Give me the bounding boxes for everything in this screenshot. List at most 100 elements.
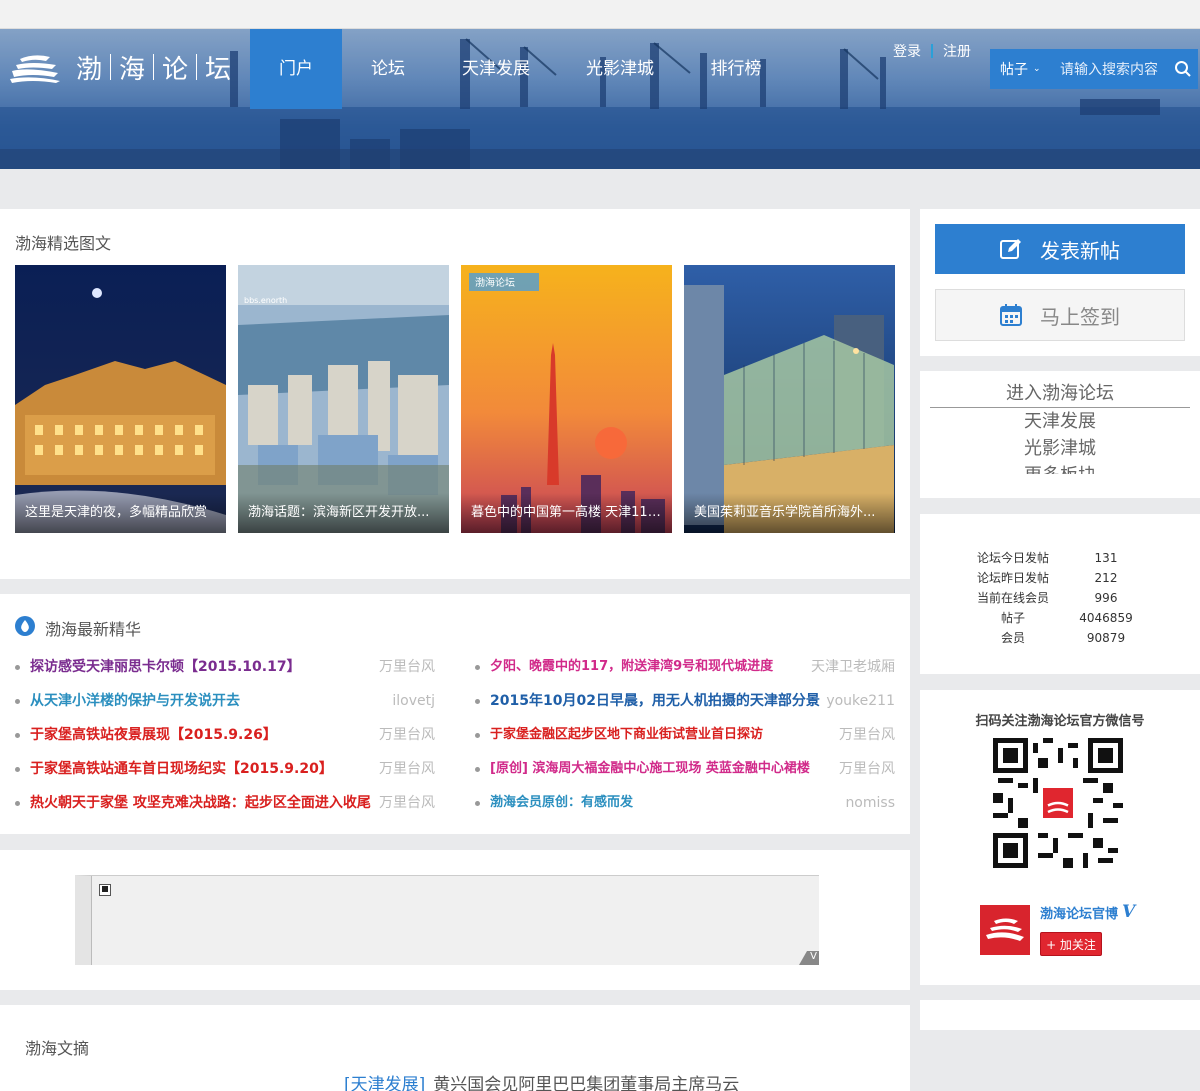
search-input[interactable]: 请输入搜索内容 (1046, 59, 1168, 79)
sidebar-extra-panel (920, 1000, 1200, 1030)
thread-author[interactable]: 万里台风 (379, 654, 435, 680)
ad-frame[interactable]: V (75, 875, 819, 965)
nav-forum[interactable]: 论坛 (342, 29, 434, 109)
digest-title: 渤海文摘 (25, 1039, 90, 1058)
nav-tianjin-development[interactable]: 天津发展 (434, 29, 558, 109)
thread-author[interactable]: 万里台风 (839, 756, 895, 782)
thread-author[interactable]: 万里台风 (379, 722, 435, 748)
list-item[interactable]: 于家堡高铁站夜景展现【2015.9.26】 万里台风 (15, 722, 435, 756)
auth-links: 登录 注册 (893, 41, 971, 61)
featured-caption: 渤海话题：滨海新区开发开放... (238, 493, 449, 533)
logo-char: 论 (162, 54, 189, 85)
bullet-dot (475, 699, 480, 704)
latest-list-left: 探访感受天津丽思卡尔顿【2015.10.17】 万里台风 从天津小洋楼的保护与开发… (15, 654, 435, 824)
search-scope-label: 帖子 (1000, 62, 1028, 78)
search-icon[interactable] (1168, 49, 1198, 89)
stat-value: 90879 (1086, 631, 1126, 645)
list-item[interactable]: 于家堡高铁站通车首日现场纪实【2015.9.20】 万里台风 (15, 756, 435, 790)
thread-author[interactable]: 万里台风 (379, 790, 435, 816)
chevron-down-icon: ⌄ (1033, 64, 1041, 74)
logo-char: 渤 (76, 54, 103, 85)
featured-card[interactable]: 美国茱莉亚音乐学院首所海外... (684, 265, 895, 533)
thread-author[interactable]: youke211 (826, 688, 895, 714)
wechat-qr-code (993, 738, 1123, 868)
thread-title[interactable]: 热火朝天于家堡 攻坚克难决战路：起步区全面进入收尾 (30, 790, 371, 816)
stat-label: 当前在线会员 (976, 591, 1049, 605)
thread-title[interactable]: 渤海会员原创：有感而发 (490, 790, 633, 816)
ad-inner (91, 876, 819, 965)
thread-author[interactable]: 万里台风 (839, 722, 895, 748)
digest-item-title[interactable]: 黄兴国会见阿里巴巴集团董事局主席马云 (433, 1075, 739, 1091)
new-post-button[interactable]: 发表新帖 (935, 224, 1185, 274)
new-post-label: 发表新帖 (1040, 238, 1120, 263)
list-item[interactable]: 探访感受天津丽思卡尔顿【2015.10.17】 万里台风 (15, 654, 435, 688)
stat-row: 当前在线会员 996 (960, 588, 1160, 608)
list-item[interactable]: 于家堡金融区起步区地下商业街试营业首日探访 万里台风 (475, 722, 895, 756)
search-scope-dropdown[interactable]: 帖子 ⌄ (990, 59, 1046, 79)
nav-ranking[interactable]: 排行榜 (682, 29, 790, 109)
logo-char: 海 (119, 54, 146, 85)
bullet-dot (15, 699, 20, 704)
featured-caption: 这里是天津的夜，多幅精品欣赏 (15, 493, 226, 533)
list-item[interactable]: [原创] 滨海周大福金融中心施工现场 英蓝金融中心裙楼 万里台风 (475, 756, 895, 790)
list-item[interactable]: 2015年10月02日早晨，用无人机拍摄的天津部分景 youke211 (475, 688, 895, 722)
board-link-more[interactable]: 更多板块 (930, 462, 1190, 474)
bullet-dot (475, 733, 480, 738)
thread-title[interactable]: 于家堡高铁站夜景展现【2015.9.26】 (30, 722, 277, 748)
sign-in-button[interactable]: 马上签到 (935, 289, 1185, 341)
forum-links: 进入渤海论坛 天津发展 光影津城 更多板块 (930, 380, 1190, 474)
thread-title[interactable]: [原创] 滨海周大福金融中心施工现场 英蓝金融中心裙楼 (490, 756, 810, 782)
stat-row: 帖子 4046859 (960, 608, 1160, 628)
login-link[interactable]: 登录 (893, 41, 921, 61)
register-link[interactable]: 注册 (943, 41, 971, 61)
forum-stats: 论坛今日发帖 131 论坛昨日发帖 212 当前在线会员 996 帖子 4046859 … (960, 548, 1160, 648)
featured-caption: 暮色中的中国第一高楼 天津117... (461, 493, 672, 533)
bullet-dot (475, 767, 480, 772)
thread-title[interactable]: 2015年10月02日早晨，用无人机拍摄的天津部分景 (490, 688, 820, 714)
nav-photo-city[interactable]: 光影津城 (558, 29, 682, 109)
search-bar: 帖子 ⌄ 请输入搜索内容 (990, 49, 1198, 89)
wechat-title: 扫码关注渤海论坛官方微信号 (975, 714, 1145, 729)
thread-author[interactable]: ilovetj (392, 688, 435, 714)
stat-label: 论坛今日发帖 (976, 551, 1049, 565)
thread-title[interactable]: 于家堡高铁站通车首日现场纪实【2015.9.20】 (30, 756, 333, 782)
thread-title[interactable]: 从天津小洋楼的保护与开发说开去 (30, 688, 240, 714)
bullet-dot (15, 767, 20, 772)
featured-card[interactable]: 这里是天津的夜，多幅精品欣赏 (15, 265, 226, 533)
thread-author[interactable]: 万里台风 (379, 756, 435, 782)
follow-button[interactable]: + 加关注 (1040, 932, 1102, 956)
stat-value: 131 (1094, 551, 1118, 565)
bullet-dot (15, 801, 20, 806)
bullet-dot (15, 733, 20, 738)
logo-char: 坛 (205, 54, 232, 85)
main-nav: 门户 论坛 天津发展 光影津城 排行榜 (250, 29, 790, 109)
list-item[interactable]: 热火朝天于家堡 攻坚克难决战路：起步区全面进入收尾 万里台风 (15, 790, 435, 824)
weibo-account[interactable]: 渤海论坛官博 V (1040, 902, 1135, 922)
board-link-tianjin[interactable]: 天津发展 (930, 408, 1190, 435)
list-item[interactable]: 渤海会员原创：有感而发 nomiss (475, 790, 895, 824)
featured-caption: 美国茱莉亚音乐学院首所海外... (684, 493, 895, 533)
stat-row: 论坛今日发帖 131 (960, 548, 1160, 568)
weibo-avatar-logo[interactable] (980, 905, 1030, 955)
thread-title[interactable]: 夕阳、晚霞中的117，附送津湾9号和现代城进度 (490, 654, 773, 680)
digest-item[interactable]: [天津发展] 黄兴国会见阿里巴巴集团董事局主席马云 (344, 1070, 739, 1091)
list-item[interactable]: 从天津小洋楼的保护与开发说开去 ilovetj (15, 688, 435, 722)
svg-text:bbs.enorth: bbs.enorth (244, 296, 287, 305)
featured-card[interactable]: bbs.enorth 渤海话题：滨海新区开发开放... (238, 265, 449, 533)
thread-author[interactable]: 天津卫老城厢 (811, 654, 895, 680)
featured-card[interactable]: 渤海论坛 暮色中的中国第一高楼 天津117... (461, 265, 672, 533)
sign-in-label: 马上签到 (1040, 304, 1120, 329)
list-item[interactable]: 夕阳、晚霞中的117，附送津湾9号和现代城进度 天津卫老城厢 (475, 654, 895, 688)
digest-category[interactable]: [天津发展] (344, 1075, 425, 1091)
site-logo[interactable]: 渤 海 论 坛 (8, 45, 239, 89)
auth-divider (931, 44, 933, 58)
thread-title[interactable]: 于家堡金融区起步区地下商业街试营业首日探访 (490, 722, 763, 748)
nav-portal[interactable]: 门户 (250, 29, 342, 109)
stat-value: 996 (1094, 591, 1118, 605)
thread-author[interactable]: nomiss (845, 790, 895, 816)
stat-label: 会员 (1000, 631, 1025, 645)
stat-value: 212 (1094, 571, 1118, 585)
enter-forum-link[interactable]: 进入渤海论坛 (930, 380, 1190, 408)
thread-title[interactable]: 探访感受天津丽思卡尔顿【2015.10.17】 (30, 654, 301, 680)
board-link-photo[interactable]: 光影津城 (930, 435, 1190, 462)
